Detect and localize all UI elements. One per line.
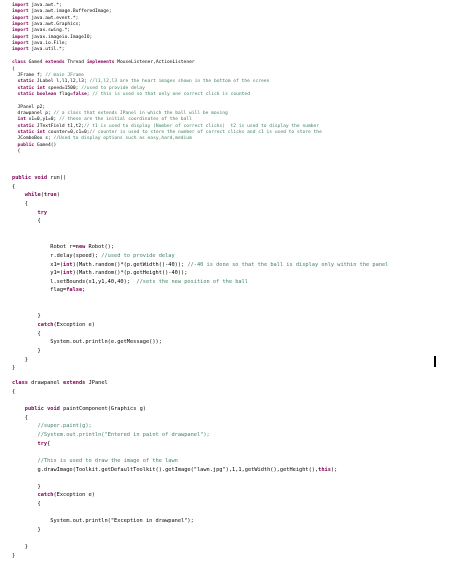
- code-line: r.delay(speed); //used to provide delay: [12, 252, 175, 259]
- code-line: class drawpanel extends JPanel: [12, 380, 108, 386]
- code-line: }: [12, 356, 28, 363]
- code-line: }: [12, 313, 41, 320]
- code-line: {: [12, 200, 28, 207]
- code-line: {: [12, 388, 16, 395]
- code-line: static int speed=1500; //used to provide…: [17, 85, 145, 91]
- code-line: int x1=0,y1=0; // these are the initial …: [17, 117, 192, 123]
- code-line: l.setBounds(x1,y1,40,40); //sets the new…: [12, 278, 248, 285]
- code-line: }: [12, 527, 41, 534]
- code-line: y1=(int)(Math.random()*(p.getHeight()-40…: [12, 270, 188, 277]
- code-line: catch(Exception e): [37, 322, 95, 329]
- code-line: import java.awt.*;: [12, 3, 62, 8]
- code-line: static int counter=0,c1=0;// counter is …: [17, 130, 322, 135]
- code-line: public void paintComponent(Graphics g): [24, 405, 146, 412]
- code-line: while(true): [24, 192, 60, 199]
- code-line: JComboBox s; //Used to display options s…: [12, 136, 192, 142]
- code-line: {: [12, 414, 28, 421]
- code-line: {: [12, 149, 21, 155]
- code-line: }: [12, 365, 16, 372]
- code-line: static JLabel l,l1,l2,l3; //l1,l2,l3 are…: [17, 79, 270, 85]
- code-line: }: [12, 553, 16, 559]
- code-line: }: [12, 544, 28, 551]
- code-line: JPanel p2;: [12, 104, 46, 110]
- code-line: //System.out.println("Entered in paint o…: [37, 431, 210, 438]
- code-line: public Game4(): [17, 142, 57, 148]
- code-line: JFrame f; // main JFrame: [12, 72, 84, 78]
- code-line: System.out.println(e.getMessage());: [12, 339, 162, 346]
- code-line: x1=(int)(Math.random()*(p.getWidth()-40)…: [12, 261, 389, 268]
- code-line: import java.awt.event.*;: [12, 15, 79, 21]
- code-line: {: [12, 218, 41, 225]
- code-line: Robot r=new Robot();: [12, 244, 115, 251]
- code-line: import java.awt.image.BufferedImage;: [12, 9, 112, 15]
- code-line: flag=false;: [12, 287, 86, 294]
- code-editor[interactable]: import java.awt.*; import java.awt.image.…: [0, 0, 474, 576]
- code-line: System.out.println("Exception in drawpan…: [12, 518, 194, 525]
- code-line: import javax.swing.*;: [12, 28, 71, 34]
- code-line: {: [12, 330, 41, 337]
- code-line: import java.io.File;: [12, 41, 68, 47]
- code-line: {: [12, 183, 16, 190]
- code-line: drawpanel p; // a class that extends JPa…: [12, 110, 228, 116]
- code-line: class Game4 extends Thread implements Mo…: [12, 60, 195, 66]
- code-line: {: [12, 501, 41, 508]
- code-line: //This is used to draw the image of the …: [37, 457, 178, 464]
- code-line: //super.paint(g);: [37, 423, 92, 430]
- code-line: import java.awt.Graphics;: [12, 22, 82, 28]
- code-line: import javax.imageio.ImageIO;: [12, 34, 93, 40]
- code-line: static JTextField t1,t2;// t1 is used to…: [17, 123, 320, 129]
- code-line: }: [12, 348, 41, 354]
- text-cursor: [434, 356, 436, 367]
- code-line: catch(Exception e): [37, 492, 95, 499]
- code-line: try{: [37, 440, 51, 447]
- code-line: import java.util.*;: [12, 47, 65, 53]
- code-line: g.drawImage(Toolkit.getDefaultToolkit().…: [12, 466, 338, 473]
- code-line: static boolean flag=false; // this is us…: [17, 91, 250, 97]
- code-line: try: [37, 209, 48, 216]
- code-line: public void run(): [12, 175, 67, 181]
- code-line: {: [12, 66, 15, 72]
- code-line: }: [12, 483, 41, 490]
